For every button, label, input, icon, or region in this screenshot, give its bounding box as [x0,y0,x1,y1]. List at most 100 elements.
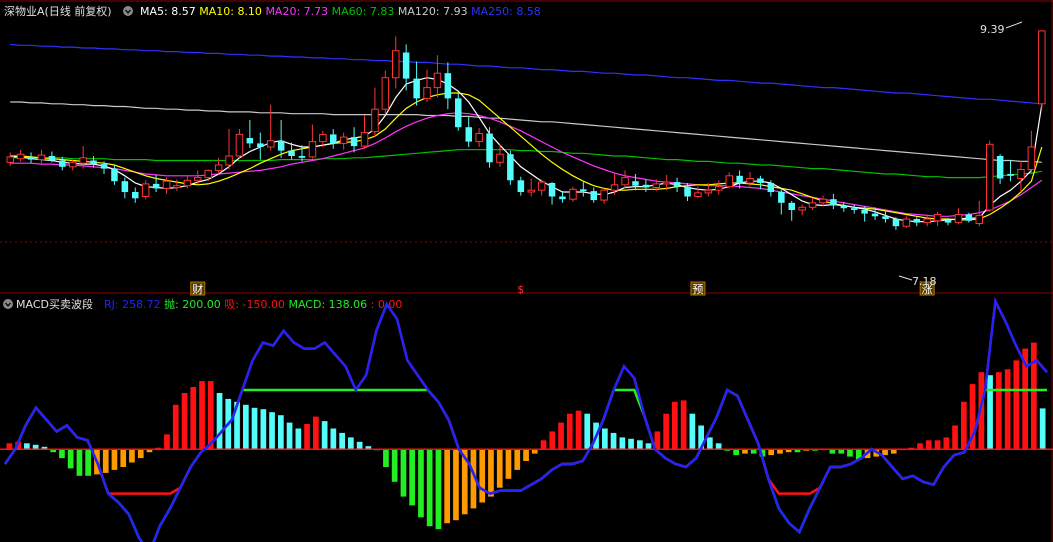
candle-body [954,214,963,224]
event-marker-0[interactable]: 财 [190,281,206,296]
macd-bar [672,401,678,450]
event-marker-text: 预 [692,283,703,296]
macd-bar [59,449,65,459]
candle-body [121,181,129,192]
ma-legend-value-2: 7.73 [304,5,332,18]
stock-chart: 财 $ 预涨 9.39 7.18 深物业A(日线 前复权) MA5: 8.57 MA… [0,0,1053,542]
event-marker-1[interactable]: $ [517,283,524,296]
event-marker-2[interactable]: 预 [690,281,706,296]
candle-body [392,50,400,79]
macd-bar [680,400,687,450]
macd-bar [768,449,774,456]
macd-bar [243,404,249,450]
ma-legend-value-4: 7.93 [443,5,471,18]
candle-body [6,156,14,163]
macd-bar [987,375,993,450]
candle-body [173,185,181,188]
macd-bar [295,428,302,450]
candle-body [194,177,202,181]
candle-body [851,208,858,210]
up-candle [569,186,577,202]
candle-body [527,189,535,193]
candle-body [90,160,97,165]
candle-body [413,78,420,99]
candle-body [371,108,379,133]
indicator-title[interactable]: MACD买卖波段 [16,297,93,311]
macd-bar [523,449,529,461]
candle-body [152,183,160,189]
candle-body [569,188,577,200]
macd-bar [496,449,503,488]
indicator-legend-label-0: RJ: [104,298,122,311]
ma-legend-label-0: MA5: [140,5,171,18]
macd-bar [339,432,345,450]
candle-body [746,178,754,184]
macd-bar [558,422,564,450]
ma-legend: MA5: 8.57 MA10: 8.10 MA20: 7.73 MA60: 7.… [140,5,541,18]
candle-body [444,73,452,99]
macd-bar [566,413,573,450]
candle-body [830,199,837,206]
macd-bar [85,449,91,476]
event-marker-text: 财 [192,282,203,296]
candle-body [642,184,650,188]
candle-body [944,219,952,223]
macd-bar [181,393,188,450]
candle-body [902,218,911,227]
down-candle [507,150,514,185]
macd-bar [409,449,415,506]
macd-bar [575,410,582,450]
down-candle [455,93,462,131]
candle-body [715,186,723,191]
candle-body [600,189,608,201]
candle-body [996,156,1004,179]
macd-bar [120,449,127,467]
macd-bar [715,443,722,450]
macd-bar [24,443,30,450]
macd-bar [111,449,118,470]
macd-bar [943,437,950,450]
chevron-down-icon[interactable] [123,6,133,16]
macd-bar [952,425,958,450]
macd-bar [164,434,170,450]
macd-bar [1013,360,1020,450]
candle-body [69,161,77,168]
candle-body [610,184,619,191]
indicator-legend: RJ: 258.72 抛: 200.00 吸: -150.00 MACD: 13… [104,297,402,311]
candle-body [892,219,900,227]
stock-title[interactable]: 深物业A(日线 前复权) [4,4,112,18]
candle-body [652,183,660,188]
candle-body [704,189,713,194]
macd-bar [882,449,888,456]
up-candle [986,140,994,212]
macd-bar [426,449,433,527]
macd-bar [925,440,932,450]
macd-bar [137,449,144,459]
macd-bar [400,449,407,497]
candle-body [621,177,629,186]
candle-body [111,168,118,182]
candle-body [381,77,390,110]
ma-legend-value-0: 8.57 [171,5,199,18]
candle-body [1017,169,1025,179]
macd-bar [330,428,337,450]
indicator-legend-label-2: 吸: [224,298,242,311]
macd-bar [251,407,258,450]
candle-body [662,181,671,185]
ma-legend-label-2: MA20: [265,5,303,18]
candle-body [798,206,806,211]
event-marker-text: $ [517,283,524,296]
candle-body [1027,146,1036,170]
macd-bar [216,393,223,450]
candle-body [882,216,889,219]
macd-bar [67,449,74,469]
ma-legend-label-1: MA10: [199,5,237,18]
chevron-down-icon[interactable] [3,299,13,309]
candle-body [871,213,879,217]
macd-bar [689,413,696,450]
candle-body [79,157,87,164]
indicator-legend-label-4: : [371,298,378,311]
candle-body [725,175,733,188]
candle-body [350,137,358,147]
macd-bar [488,449,494,497]
